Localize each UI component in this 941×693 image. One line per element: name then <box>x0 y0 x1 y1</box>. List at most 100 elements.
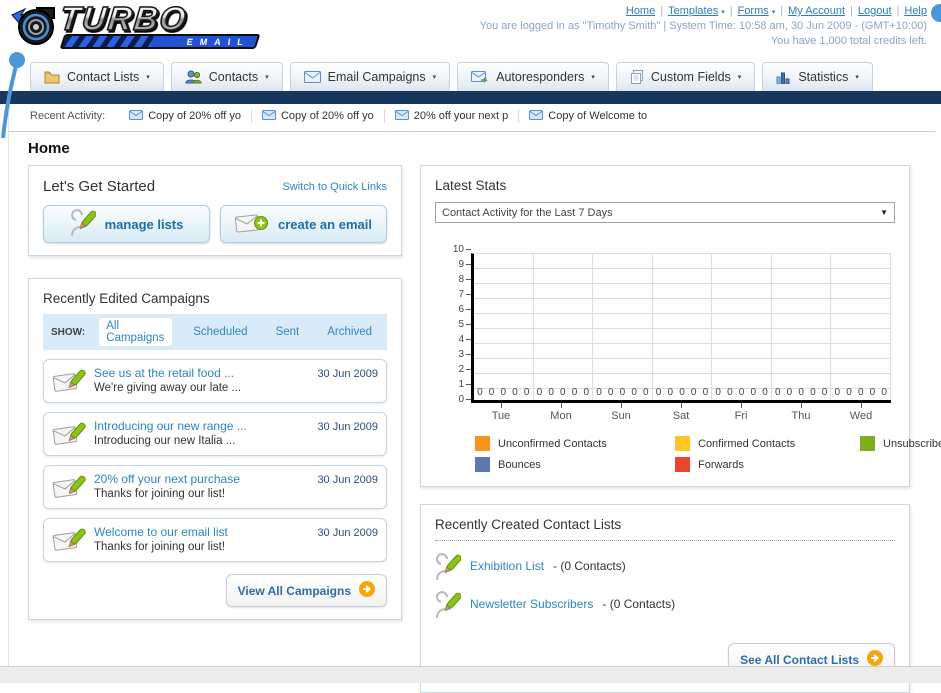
bar-value-label: 0 <box>715 387 721 398</box>
recent-activity-item[interactable]: Copy of 20% off yo <box>252 109 385 123</box>
recent-activity-item[interactable]: Copy of Welcome to <box>519 109 657 123</box>
nav-tab-contacts[interactable]: Contacts ▾ <box>170 62 283 91</box>
nav-tab-label: Contacts <box>208 70 259 84</box>
campaign-title-link[interactable]: See us at the retail food ... <box>94 366 309 380</box>
x-axis-tick <box>860 403 862 408</box>
latest-stats-title: Latest Stats <box>435 178 507 193</box>
chevron-down-icon: ▾ <box>591 74 595 81</box>
legend-item-confirmed-contacts: Confirmed Contacts <box>675 436 860 451</box>
top-link-templates[interactable]: Templates ▾ <box>668 5 725 17</box>
chart-day-group: 00000 <box>712 254 772 400</box>
chart-legend: Unconfirmed Contacts Confirmed Contacts Un… <box>475 436 941 472</box>
help-bubble-icon[interactable] <box>931 4 941 22</box>
recent-activity-item-label: Copy of Welcome to <box>548 110 648 122</box>
nav-tab-statistics[interactable]: Statistics ▾ <box>762 62 873 91</box>
filter-all-campaigns[interactable]: All Campaigns <box>99 318 173 346</box>
campaign-list-item: Welcome to our email list Thanks for join… <box>43 518 387 562</box>
bar-value-label: 0 <box>571 387 578 398</box>
bar-value-label: 0 <box>702 387 709 398</box>
filter-scheduled[interactable]: Scheduled <box>186 324 254 340</box>
nav-tab-email-campaigns[interactable]: Email Campaigns ▾ <box>289 62 451 91</box>
x-axis-label: Sat <box>672 410 690 422</box>
y-axis-tick <box>466 264 471 265</box>
filter-archived[interactable]: Archived <box>320 324 379 340</box>
campaign-title-link[interactable]: 20% off your next purchase <box>94 472 309 486</box>
latest-stats-panel: Latest Stats Contact Activity for the La… <box>420 165 941 487</box>
top-link-help[interactable]: Help <box>904 5 927 17</box>
bar-value-label: 0 <box>655 387 662 398</box>
recent-activity-item[interactable]: Copy of 20% off yo <box>119 109 252 123</box>
nav-tab-label: Statistics <box>798 70 849 84</box>
nav-tab-custom-fields[interactable]: Custom Fields ▾ <box>615 62 756 91</box>
y-axis-tick <box>466 279 471 280</box>
y-axis-tick-label: 7 <box>458 289 464 300</box>
campaign-date: 30 Jun 2009 <box>317 527 378 539</box>
stats-activity-dropdown[interactable]: Contact Activity for the Last 7 Days ▼ <box>435 202 895 223</box>
y-axis-tick-label: 2 <box>458 364 464 375</box>
bar-value-label: 0 <box>774 387 781 398</box>
person-pencil-icon <box>70 208 97 240</box>
chevron-down-icon: ▾ <box>432 74 437 81</box>
x-axis-tick <box>620 403 622 408</box>
bar-value-label: 0 <box>596 387 602 398</box>
top-link-logout[interactable]: Logout <box>858 5 892 17</box>
bar-value-label: 0 <box>810 387 816 398</box>
footer-strip <box>0 666 941 683</box>
pages-icon <box>630 70 644 84</box>
nav-tab-contact-lists[interactable]: Contact Lists ▾ <box>30 62 164 91</box>
recent-activity-label: Recent Activity: <box>30 110 106 122</box>
campaign-texts: Welcome to our email list Thanks for join… <box>94 525 309 553</box>
contact-list-detail: - (0 Contacts) <box>553 559 626 573</box>
bar-value-label: 0 <box>488 387 495 398</box>
x-axis-tick <box>560 403 562 408</box>
legend-label: Forwards <box>698 458 744 471</box>
x-axis-category: Tue <box>471 403 531 422</box>
x-axis-tick <box>800 403 802 408</box>
logo-subtitle-bar: EMAIL <box>59 34 261 49</box>
chart-day-group: 00000 <box>593 254 653 400</box>
recent-activity-bar: Recent Activity: Copy of 20% off yo Copy … <box>0 104 941 128</box>
bar-value-label: 0 <box>881 387 887 398</box>
create-an-email-button[interactable]: create an email <box>220 205 387 243</box>
campaign-subtitle: Thanks for joining our list! <box>94 488 226 500</box>
campaign-title-link[interactable]: Introducing our new range ... <box>94 419 309 433</box>
content-left-edge <box>8 112 9 666</box>
nav-tab-label: Custom Fields <box>650 70 731 84</box>
y-axis-tick-label: 4 <box>458 334 464 345</box>
campaign-title-link[interactable]: Welcome to our email list <box>94 525 309 539</box>
bar-value-label: 0 <box>631 387 637 398</box>
contact-list-name-link[interactable]: Exhibition List <box>470 559 544 573</box>
top-link-forms[interactable]: Forms ▾ <box>738 5 776 17</box>
chevron-down-icon: ▾ <box>265 74 269 81</box>
bar-value-label: 0 <box>643 387 649 398</box>
contact-list-item: Newsletter Subscribers - (0 Contacts) <box>435 591 895 619</box>
campaign-date: 30 Jun 2009 <box>317 421 378 433</box>
x-axis-category: Thu <box>771 403 831 422</box>
top-link-my-account[interactable]: My Account <box>788 5 845 17</box>
y-axis-tick <box>466 309 471 310</box>
legend-color-swatch <box>675 457 690 472</box>
envelope-plus-icon <box>234 212 269 237</box>
switch-to-quick-links-link[interactable]: Switch to Quick Links <box>282 181 387 193</box>
top-link-home[interactable]: Home <box>626 5 655 17</box>
chevron-down-icon: ▾ <box>146 74 150 81</box>
x-axis-label: Fri <box>734 410 748 422</box>
envelope-pencil-icon <box>52 525 86 555</box>
link-separator: | <box>660 5 664 17</box>
turbocharger-icon <box>10 2 64 48</box>
view-all-campaigns-button[interactable]: View All Campaigns <box>225 574 387 607</box>
nav-tab-label: Autoresponders <box>496 70 585 84</box>
bar-value-label: 0 <box>619 387 626 398</box>
contact-lists-title: Recently Created Contact Lists <box>435 517 895 541</box>
filter-sent[interactable]: Sent <box>269 324 307 340</box>
bar-value-label: 0 <box>834 387 841 398</box>
legend-item-forwards: Forwards <box>675 457 860 472</box>
y-axis-tick <box>466 294 471 295</box>
x-axis-label: Wed <box>849 410 873 422</box>
contact-list-name-link[interactable]: Newsletter Subscribers <box>470 597 593 611</box>
person-pencil-icon <box>435 553 462 581</box>
recent-activity-item[interactable]: 20% off your next p <box>385 109 520 123</box>
manage-lists-button[interactable]: manage lists <box>43 205 210 243</box>
chevron-down-icon: ▼ <box>880 208 888 217</box>
nav-tab-autoresponders[interactable]: Autoresponders ▾ <box>457 62 609 91</box>
